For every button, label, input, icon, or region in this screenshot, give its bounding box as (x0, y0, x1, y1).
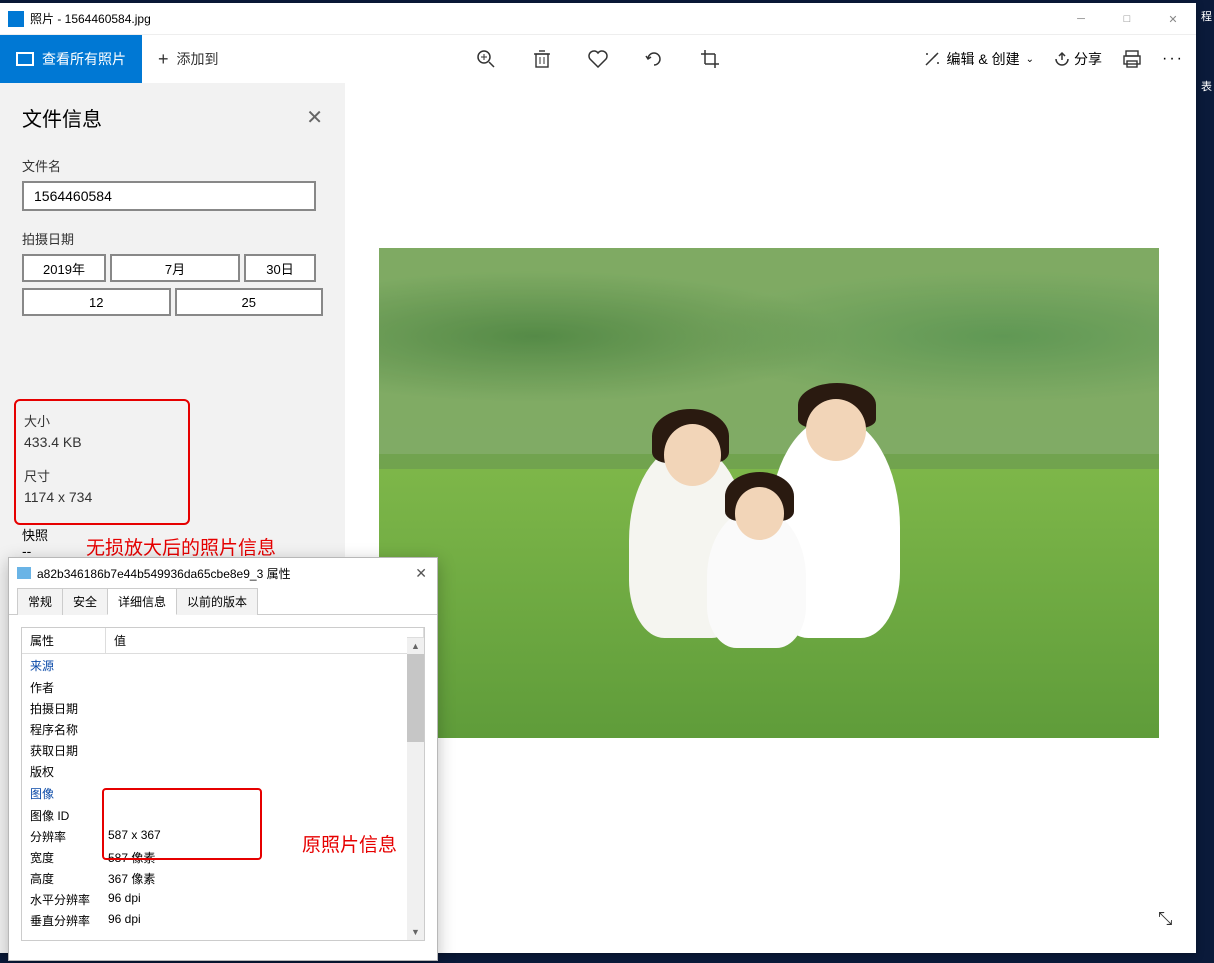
photo-viewer[interactable]: ⤢ (345, 83, 1196, 953)
date-label: 拍摄日期 (22, 229, 323, 248)
maximize-button[interactable]: □ (1104, 3, 1150, 35)
hour-field[interactable]: 12 (22, 288, 171, 316)
day-field[interactable]: 30日 (244, 254, 316, 282)
more-icon[interactable]: ··· (1162, 50, 1184, 68)
scroll-thumb[interactable] (407, 654, 424, 742)
minute-field[interactable]: 25 (175, 288, 324, 316)
magic-icon (923, 50, 941, 68)
size-label: 大小 (24, 411, 180, 430)
add-to-button[interactable]: + 添加到 (142, 35, 235, 83)
crop-icon[interactable] (700, 49, 720, 69)
share-button[interactable]: 分享 (1054, 49, 1102, 69)
tab-details[interactable]: 详细信息 (107, 588, 177, 615)
table-row: 垂直分辨率96 dpi (22, 910, 424, 931)
filename-label: 文件名 (22, 156, 323, 175)
time-row: 12 25 (22, 288, 323, 316)
view-all-photos-button[interactable]: 查看所有照片 (0, 35, 142, 83)
table-row: 程序名称 (22, 719, 424, 740)
table-header: 属性 值 (22, 628, 424, 654)
year-field[interactable]: 2019年 (22, 254, 106, 282)
properties-titlebar[interactable]: a82b346186b7e44b549936da65cbe8e9_3 属性 ✕ (9, 558, 437, 588)
fullscreen-icon[interactable]: ⤢ (1154, 911, 1175, 925)
properties-title-text: a82b346186b7e44b549936da65cbe8e9_3 属性 (37, 565, 291, 582)
center-tool-group (476, 49, 720, 69)
scrollbar[interactable]: ▲ ▼ (407, 654, 424, 940)
annotation-original: 原照片信息 (302, 830, 397, 857)
scroll-up-icon[interactable]: ▲ (407, 637, 424, 654)
add-to-label: 添加到 (177, 49, 219, 69)
plus-icon: + (158, 49, 169, 70)
close-icon[interactable]: ✕ (415, 565, 427, 582)
tab-general[interactable]: 常规 (17, 588, 63, 615)
window-title: 照片 - 1564460584.jpg (30, 10, 151, 27)
tabs: 常规 安全 详细信息 以前的版本 (9, 588, 437, 615)
month-field[interactable]: 7月 (110, 254, 240, 282)
toolbar: 查看所有照片 + 添加到 编辑 & 创建 ⌄ 分享 ··· (0, 35, 1196, 83)
table-row: 拍摄日期 (22, 698, 424, 719)
annotation-enlarged: 无损放大后的照片信息 (86, 533, 276, 560)
close-icon[interactable]: ✕ (306, 105, 323, 130)
size-value: 433.4 KB (24, 434, 180, 450)
bg-text-1: 程 (1201, 8, 1212, 24)
tab-security[interactable]: 安全 (62, 588, 108, 615)
favorite-icon[interactable] (588, 49, 608, 69)
col-value[interactable]: 值 (106, 628, 424, 653)
photo-content (379, 248, 1159, 738)
properties-dialog: a82b346186b7e44b549936da65cbe8e9_3 属性 ✕ … (8, 557, 438, 961)
table-row: 版权 (22, 761, 424, 782)
file-icon (17, 567, 31, 579)
view-all-label: 查看所有照片 (42, 49, 126, 69)
print-icon[interactable] (1122, 50, 1142, 68)
table-row: 高度367 像素 (22, 868, 424, 889)
dim-label: 尺寸 (24, 466, 180, 485)
properties-table: 属性 值 来源 作者 拍摄日期 程序名称 获取日期 版权 图像 图像 ID 分辨… (21, 627, 425, 941)
date-row: 2019年 7月 30日 (22, 254, 323, 282)
picture-icon (16, 52, 34, 66)
filename-field[interactable] (22, 181, 316, 211)
titlebar: 照片 - 1564460584.jpg ─ □ ✕ (0, 3, 1196, 35)
share-label: 分享 (1074, 49, 1102, 69)
bg-text-2: 表 (1201, 78, 1212, 94)
group-image: 图像 (22, 782, 424, 805)
edit-label: 编辑 & 创建 (947, 49, 1020, 69)
window-controls: ─ □ ✕ (1058, 3, 1196, 35)
rotate-icon[interactable] (644, 49, 664, 69)
scroll-down-icon[interactable]: ▼ (407, 923, 424, 940)
app-icon (8, 11, 24, 27)
dim-value: 1174 x 734 (24, 489, 180, 505)
info-panel-title: 文件信息 (22, 103, 102, 132)
right-tool-group: 编辑 & 创建 ⌄ 分享 ··· (923, 49, 1185, 69)
table-row: 图像 ID (22, 805, 424, 826)
edit-create-button[interactable]: 编辑 & 创建 ⌄ (923, 49, 1035, 69)
table-row: 作者 (22, 677, 424, 698)
tab-previous[interactable]: 以前的版本 (176, 588, 258, 615)
shutter-label: 快照 (22, 525, 48, 544)
share-icon (1054, 51, 1070, 67)
highlight-box-enlarged: 大小 433.4 KB 尺寸 1174 x 734 (14, 399, 190, 525)
zoom-icon[interactable] (476, 49, 496, 69)
group-source: 来源 (22, 654, 424, 677)
col-property[interactable]: 属性 (22, 628, 106, 653)
close-button[interactable]: ✕ (1150, 3, 1196, 35)
minimize-button[interactable]: ─ (1058, 3, 1104, 35)
delete-icon[interactable] (532, 49, 552, 69)
chevron-down-icon: ⌄ (1026, 54, 1034, 65)
table-row: 获取日期 (22, 740, 424, 761)
table-row: 水平分辨率96 dpi (22, 889, 424, 910)
